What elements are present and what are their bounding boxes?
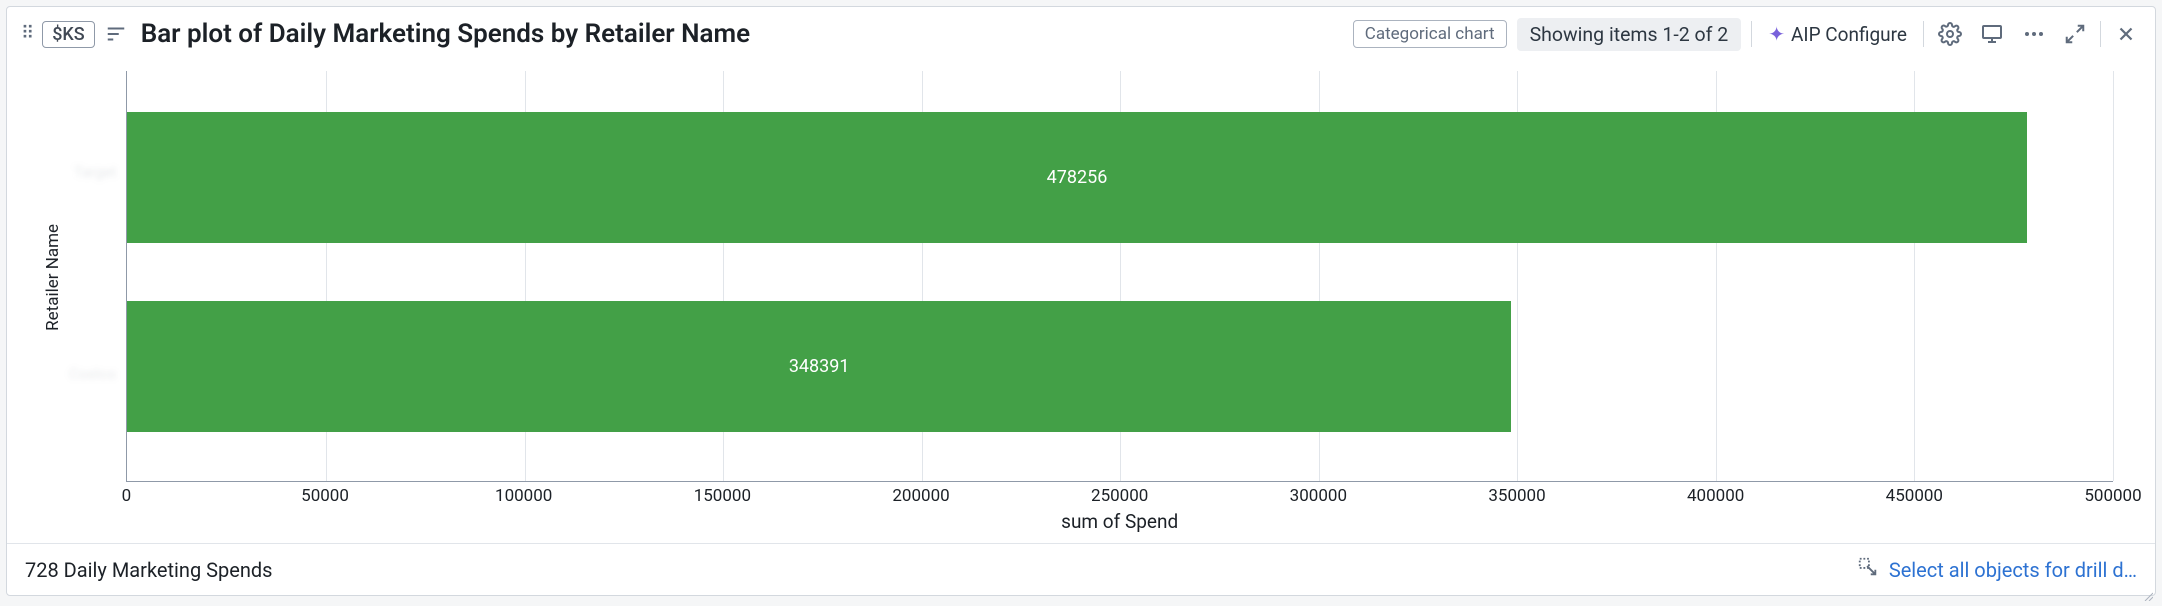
gridline: [2113, 71, 2114, 481]
chart-panel: ⠿ $KS Bar plot of Daily Marketing Spends…: [6, 6, 2156, 596]
x-tick-labels: 0 50000 100000 150000 200000 250000 3000…: [126, 482, 2113, 506]
close-button[interactable]: [2111, 19, 2141, 49]
sparkle-icon: ✦: [1768, 22, 1785, 46]
x-tick: 300000: [1290, 486, 1347, 506]
showing-items-chip[interactable]: Showing items 1-2 of 2: [1517, 18, 1742, 51]
x-tick: 500000: [2084, 486, 2141, 506]
x-tick: 150000: [694, 486, 751, 506]
y-tick: Target: [69, 163, 116, 181]
drill-down-icon: [1857, 556, 1879, 583]
x-tick: 100000: [495, 486, 552, 506]
present-button[interactable]: [1976, 18, 2008, 50]
expand-button[interactable]: [2060, 19, 2090, 49]
x-tick: 0: [122, 486, 132, 506]
aip-configure-button[interactable]: ✦ AIP Configure: [1762, 22, 1913, 46]
chart-type-chip[interactable]: Categorical chart: [1353, 20, 1507, 48]
panel-header: ⠿ $KS Bar plot of Daily Marketing Spends…: [7, 7, 2155, 61]
bar-2[interactable]: 348391: [127, 301, 1511, 432]
y-axis-label: Retailer Name: [37, 224, 69, 331]
drag-handle-icon[interactable]: ⠿: [21, 29, 32, 40]
divider: [1923, 21, 1924, 47]
panel-footer: 728 Daily Marketing Spends Select all ob…: [7, 543, 2155, 595]
bar-value-label: 478256: [1047, 167, 1108, 188]
object-count-label: 728 Daily Marketing Spends: [25, 558, 273, 582]
sort-bars-icon[interactable]: [105, 23, 127, 45]
x-tick: 250000: [1091, 486, 1148, 506]
x-tick: 200000: [892, 486, 949, 506]
drill-down-text: Select all objects for drill d…: [1889, 558, 2137, 582]
settings-button[interactable]: [1934, 18, 1966, 50]
x-tick: 450000: [1886, 486, 1943, 506]
x-tick: 50000: [301, 486, 349, 506]
divider: [2100, 21, 2101, 47]
drill-down-link[interactable]: Select all objects for drill d…: [1857, 556, 2137, 583]
more-menu-button[interactable]: [2018, 18, 2050, 50]
plot-area[interactable]: 478256 348391: [126, 71, 2113, 482]
y-tick: Costco: [69, 365, 116, 383]
resize-handle-icon[interactable]: [2143, 583, 2153, 593]
variable-chip[interactable]: $KS: [42, 21, 95, 48]
x-tick: 400000: [1687, 486, 1744, 506]
bar-value-label: 348391: [789, 356, 850, 377]
x-axis-label: sum of Spend: [126, 506, 2113, 533]
aip-label: AIP Configure: [1791, 23, 1907, 46]
x-tick: 350000: [1488, 486, 1545, 506]
bar-1[interactable]: 478256: [127, 112, 2026, 243]
divider: [1751, 21, 1752, 47]
chart-area: Retailer Name Target Costco 478256: [7, 61, 2155, 543]
panel-title: Bar plot of Daily Marketing Spends by Re…: [137, 19, 1343, 49]
y-tick-labels: Target Costco: [69, 71, 126, 475]
